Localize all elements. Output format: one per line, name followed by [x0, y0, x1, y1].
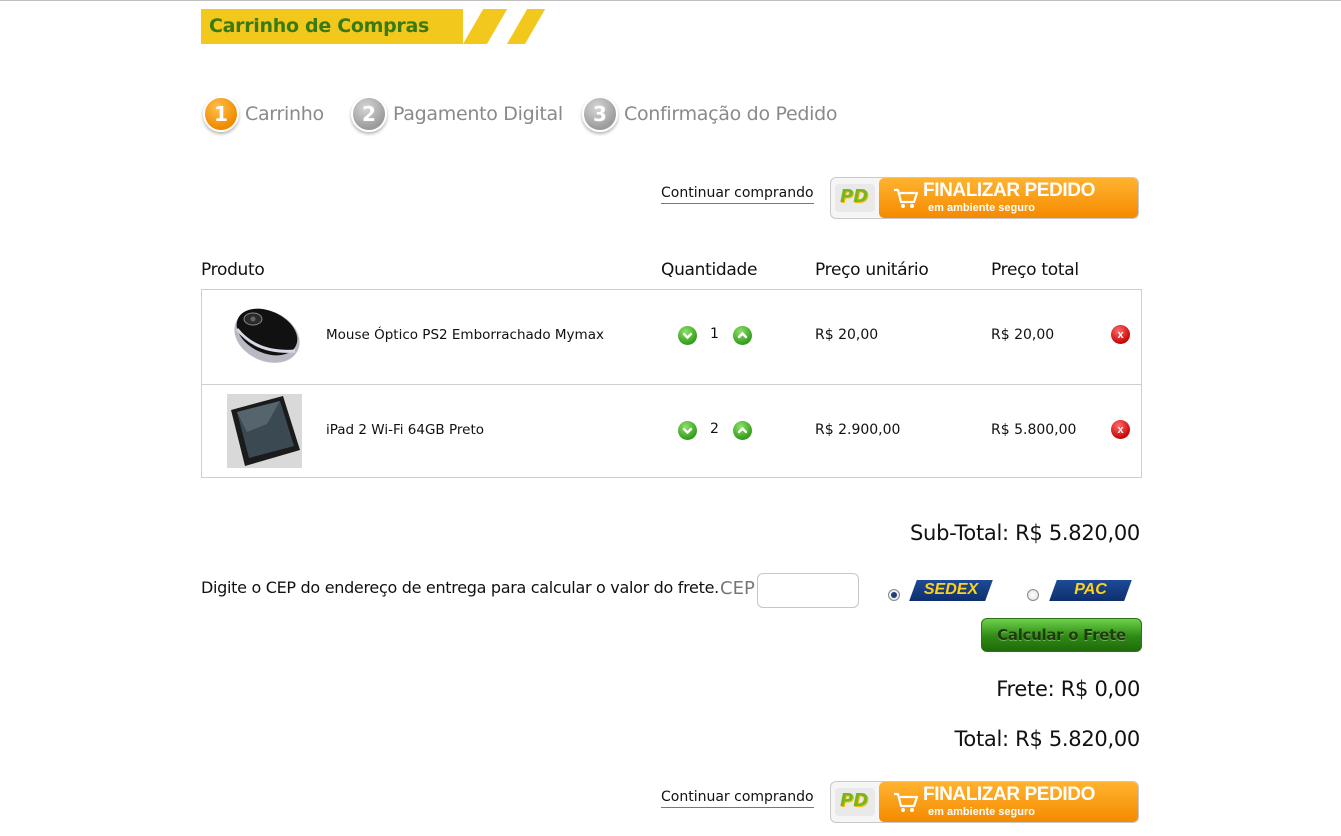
grand-total: Total: R$ 5.820,00: [954, 727, 1140, 751]
pac-logo: PAC: [1049, 580, 1132, 601]
close-icon: x: [1117, 423, 1124, 436]
sedex-radio[interactable]: [888, 589, 900, 601]
page-header-banner: Carrinho de Compras: [201, 9, 546, 44]
header-quantity: Quantidade: [661, 260, 758, 280]
step-cart: 1 Carrinho: [203, 94, 324, 134]
finalize-title: FINALIZAR PEDIDO: [923, 784, 1095, 805]
chevron-down-icon: [682, 332, 693, 340]
quantity-decrease-button[interactable]: [678, 326, 697, 345]
header-unit-price: Preço unitário: [815, 260, 929, 280]
finalize-subtitle: em ambiente seguro: [928, 202, 1035, 214]
chevron-up-icon: [737, 426, 748, 434]
quantity-decrease-button[interactable]: [678, 421, 697, 440]
step-number: 1: [203, 96, 239, 132]
close-icon: x: [1117, 328, 1124, 341]
pagamento-digital-logo: PD: [835, 788, 875, 816]
sedex-logo: SEDEX: [909, 580, 993, 601]
cep-label: CEP: [720, 578, 755, 599]
finalize-order-button[interactable]: PD FINALIZAR PEDIDO em ambiente seguro: [830, 781, 1139, 823]
freight-total: Frete: R$ 0,00: [996, 677, 1140, 701]
finalize-order-button[interactable]: PD FINALIZAR PEDIDO em ambiente seguro: [830, 177, 1139, 219]
cart-icon: [894, 792, 919, 812]
header-total-price: Preço total: [991, 260, 1079, 280]
remove-item-button[interactable]: x: [1111, 420, 1130, 439]
unit-price: R$ 20,00: [815, 327, 879, 343]
total-price: R$ 20,00: [991, 327, 1055, 343]
page-title: Carrinho de Compras: [209, 15, 430, 37]
step-payment: 2 Pagamento Digital: [351, 94, 563, 134]
quantity-value: 1: [710, 326, 719, 342]
header-product: Produto: [201, 260, 265, 280]
cep-prompt: Digite o CEP do endereço de entrega para…: [201, 578, 719, 597]
cart-table: Mouse Óptico PS2 Emborrachado Mymax 1 R$…: [201, 289, 1142, 478]
tablet-image: [227, 394, 302, 468]
subtotal: Sub-Total: R$ 5.820,00: [910, 521, 1140, 545]
quantity-value: 2: [710, 421, 719, 437]
chevron-down-icon: [682, 427, 693, 435]
cart-icon: [894, 188, 919, 208]
step-label: Carrinho: [245, 103, 324, 125]
total-price: R$ 5.800,00: [991, 422, 1077, 438]
continue-shopping-link[interactable]: Continuar comprando: [661, 185, 814, 204]
chevron-up-icon: [737, 331, 748, 339]
remove-item-button[interactable]: x: [1111, 325, 1130, 344]
finalize-title: FINALIZAR PEDIDO: [923, 180, 1095, 201]
continue-shopping-link[interactable]: Continuar comprando: [661, 789, 814, 808]
step-label: Confirmação do Pedido: [624, 103, 838, 125]
step-number: 3: [582, 96, 618, 132]
pagamento-digital-logo: PD: [835, 184, 875, 212]
calculate-freight-button[interactable]: Calcular o Frete: [981, 618, 1142, 652]
table-row: Mouse Óptico PS2 Emborrachado Mymax 1 R$…: [202, 290, 1141, 384]
finalize-subtitle: em ambiente seguro: [928, 806, 1035, 818]
quantity-increase-button[interactable]: [733, 326, 752, 345]
product-name: Mouse Óptico PS2 Emborrachado Mymax: [326, 327, 604, 343]
step-label: Pagamento Digital: [393, 103, 563, 125]
cep-input[interactable]: [757, 573, 859, 608]
unit-price: R$ 2.900,00: [815, 422, 901, 438]
table-row: iPad 2 Wi-Fi 64GB Preto 2 R$ 2.900,00 R$…: [202, 384, 1141, 478]
product-name: iPad 2 Wi-Fi 64GB Preto: [326, 422, 485, 438]
top-divider: [0, 0, 1341, 1]
step-confirmation: 3 Confirmação do Pedido: [582, 94, 838, 134]
step-number: 2: [351, 96, 387, 132]
pac-radio[interactable]: [1027, 589, 1039, 601]
mouse-image: [227, 299, 302, 373]
quantity-increase-button[interactable]: [733, 421, 752, 440]
